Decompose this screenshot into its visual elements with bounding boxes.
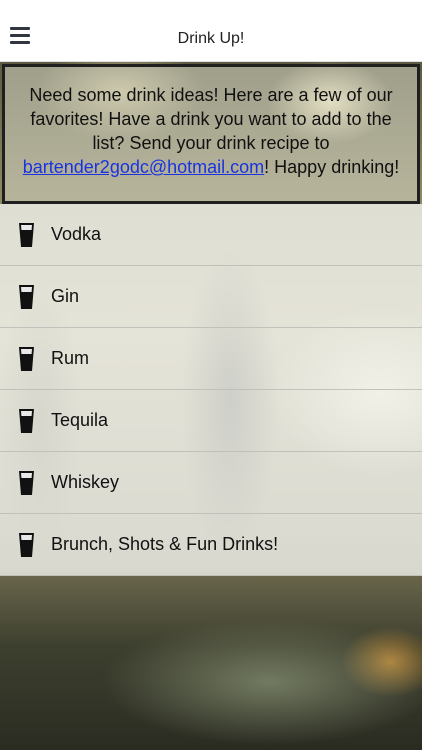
list-item-brunch-shots-fun[interactable]: Brunch, Shots & Fun Drinks! — [0, 514, 422, 576]
list-item-tequila[interactable]: Tequila — [0, 390, 422, 452]
list-item-label: Brunch, Shots & Fun Drinks! — [51, 534, 279, 554]
intro-text: Need some drink ideas! Here are a few of… — [29, 85, 393, 153]
list-item-label: Rum — [51, 348, 90, 368]
list-item-gin[interactable]: Gin — [0, 266, 422, 328]
list-item-label: Whiskey — [51, 472, 120, 492]
intro-banner: Need some drink ideas! Here are a few of… — [2, 64, 420, 204]
shot-glass-icon — [18, 222, 35, 253]
shot-glass-icon — [18, 346, 35, 377]
list-item-whiskey[interactable]: Whiskey — [0, 452, 422, 514]
list-item-label: Gin — [51, 286, 80, 306]
email-link[interactable]: bartender2godc@hotmail.com — [23, 157, 264, 177]
list-item-label: Tequila — [51, 410, 109, 430]
drink-category-list: Vodka Gin Rum Tequila Whiskey Brunch, Sh… — [0, 204, 422, 576]
list-item-vodka[interactable]: Vodka — [0, 204, 422, 266]
shot-glass-icon — [18, 284, 35, 315]
list-item-label: Vodka — [51, 224, 102, 244]
list-item-rum[interactable]: Rum — [0, 328, 422, 390]
shot-glass-icon — [18, 532, 35, 563]
page-title: Drink Up! — [177, 30, 245, 47]
intro-text-end: ! Happy drinking! — [264, 157, 400, 177]
shot-glass-icon — [18, 408, 35, 439]
app-header: Drink Up! — [0, 0, 422, 62]
shot-glass-icon — [18, 470, 35, 501]
